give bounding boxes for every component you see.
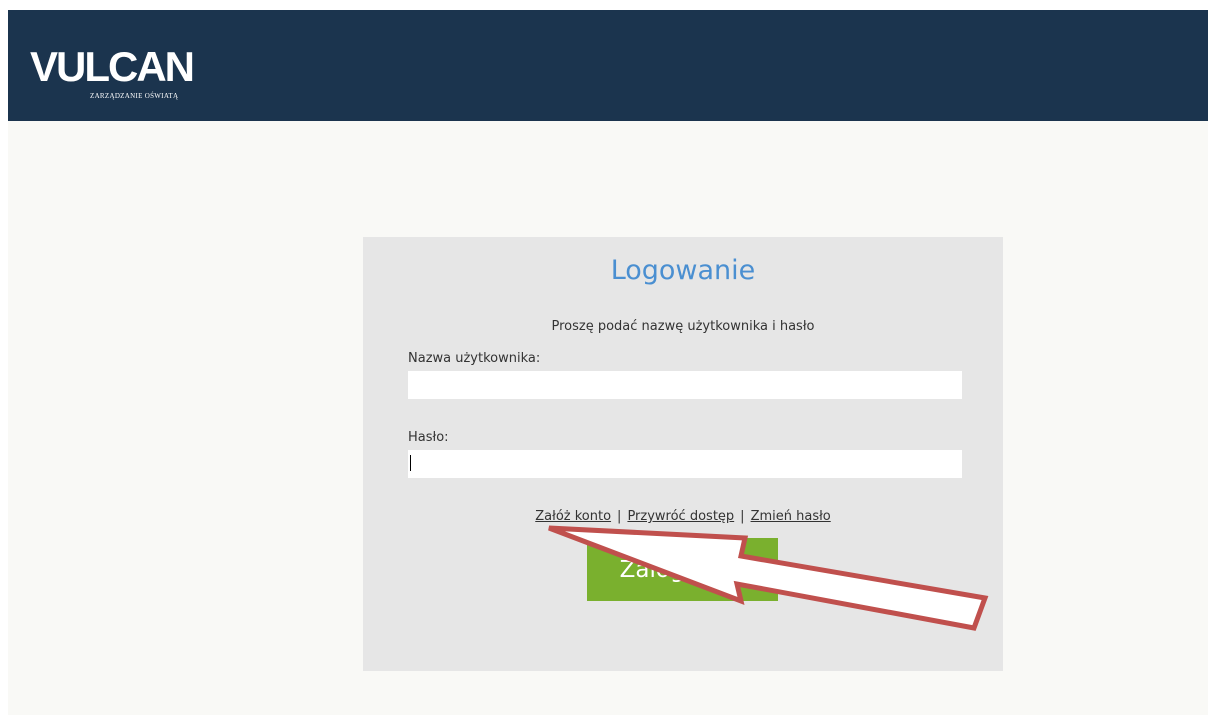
link-separator: | bbox=[617, 509, 622, 524]
text-caret bbox=[410, 455, 411, 471]
password-label: Hasło: bbox=[408, 430, 449, 445]
logo-wordmark: VULCAN bbox=[30, 43, 195, 90]
password-input[interactable] bbox=[408, 450, 962, 478]
change-password-link[interactable]: Zmień hasło bbox=[751, 509, 831, 524]
link-separator: | bbox=[740, 509, 745, 524]
username-input[interactable] bbox=[408, 371, 962, 399]
login-hint: Proszę podać nazwę użytkownika i hasło bbox=[551, 319, 815, 334]
vulcan-logo[interactable]: VULCAN ZARZĄDZANIE OŚWIATĄ bbox=[30, 40, 250, 110]
login-title: Logowanie bbox=[610, 255, 756, 286]
username-label: Nazwa użytkownika: bbox=[408, 351, 541, 366]
account-links: Załóż konto | Przywróć dostęp | Zmień hasło bbox=[363, 509, 1003, 524]
top-header: VULCAN ZARZĄDZANIE OŚWIATĄ bbox=[8, 10, 1208, 121]
restore-access-link[interactable]: Przywróć dostęp bbox=[627, 509, 734, 524]
login-button[interactable]: Zaloguj się bbox=[587, 538, 778, 601]
logo-subtitle: ZARZĄDZANIE OŚWIATĄ bbox=[90, 92, 179, 100]
login-panel: Logowanie Proszę podać nazwę użytkownika… bbox=[363, 237, 1003, 671]
create-account-link[interactable]: Załóż konto bbox=[535, 509, 611, 524]
